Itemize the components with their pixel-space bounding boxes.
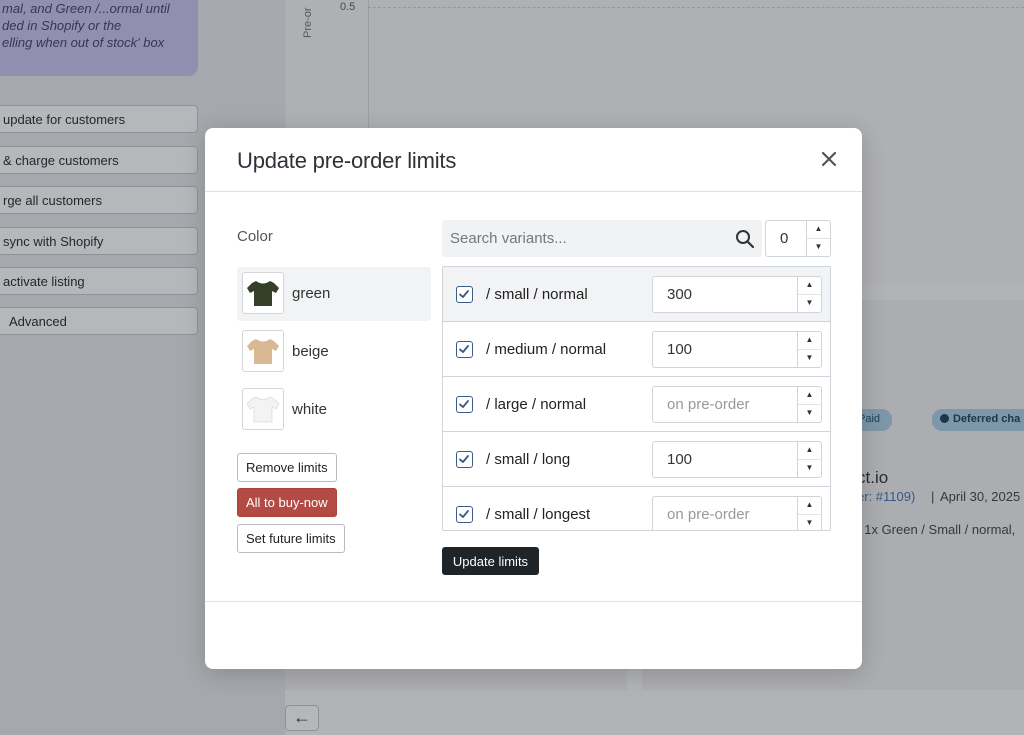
stepper-arrows: ▲ ▼ [797,277,821,312]
stepper-arrows: ▲ ▼ [797,497,821,531]
color-option-white[interactable]: white [237,383,431,437]
stepper-arrows: ▲ ▼ [806,221,830,256]
set-future-limits-button[interactable]: Set future limits [237,524,345,553]
stepper-arrows: ▲ ▼ [797,332,821,367]
variant-limit-stepper: ▲▼ [652,441,822,478]
variant-list[interactable]: / small / normal ▲▼ / medium / normal ▲▼… [442,266,831,531]
checkmark-icon [459,510,469,518]
checkmark-icon [459,400,469,408]
search-input[interactable] [442,220,732,257]
variant-name: / small / long [486,451,571,468]
stepper-arrows: ▲ ▼ [797,387,821,422]
variant-limit-input[interactable] [653,442,798,477]
variant-limit-input[interactable] [653,387,798,422]
close-button[interactable] [818,148,840,170]
decrement-arrow-icon[interactable]: ▼ [798,515,821,531]
modal-title: Update pre-order limits [237,148,457,173]
search-bar [442,220,762,257]
shirt-thumbnail-green [242,272,284,314]
close-icon [821,151,837,167]
variant-limit-stepper: ▲▼ [652,496,822,531]
tshirt-icon [247,339,279,364]
variant-row: / medium / normal ▲▼ [443,322,830,377]
remove-limits-button[interactable]: Remove limits [237,453,337,482]
color-label: Color [237,228,273,245]
decrement-arrow-icon[interactable]: ▼ [798,295,821,313]
shirt-thumbnail-beige [242,330,284,372]
all-to-buy-now-button[interactable]: All to buy-now [237,488,337,517]
color-name: green [292,285,331,302]
variant-row: / large / normal ▲▼ [443,377,830,432]
increment-arrow-icon[interactable]: ▲ [798,442,821,460]
variant-row: / small / longest ▲▼ [443,487,830,531]
increment-arrow-icon[interactable]: ▲ [798,497,821,515]
variant-name: / large / normal [486,396,587,413]
update-limits-modal: Update pre-order limits Color green beig… [205,128,862,669]
variant-name: / medium / normal [486,341,607,358]
variant-checkbox[interactable] [456,396,473,413]
variant-name: / small / longest [486,506,591,523]
modal-footer [205,601,862,669]
checkmark-icon [459,345,469,353]
increment-arrow-icon[interactable]: ▲ [798,332,821,350]
variant-limit-input[interactable] [653,497,798,530]
decrement-arrow-icon[interactable]: ▼ [798,350,821,368]
color-name: white [292,401,328,418]
increment-arrow-icon[interactable]: ▲ [798,387,821,405]
color-name: beige [292,343,329,360]
variant-limit-stepper: ▲▼ [652,331,822,368]
modal-header: Update pre-order limits [205,128,862,192]
variant-checkbox[interactable] [456,451,473,468]
variant-name: / small / normal [486,286,588,303]
decrement-arrow-icon[interactable]: ▼ [798,460,821,478]
shirt-thumbnail-white [242,388,284,430]
decrement-arrow-icon[interactable]: ▼ [807,239,830,257]
increment-arrow-icon[interactable]: ▲ [807,221,830,239]
color-option-beige[interactable]: beige [237,325,431,379]
tshirt-icon [247,281,279,306]
variant-row: / small / normal ▲▼ [443,267,830,322]
checkmark-icon [459,290,469,298]
variant-row: / small / long ▲▼ [443,432,830,487]
stepper-arrows: ▲ ▼ [797,442,821,477]
variant-checkbox[interactable] [456,341,473,358]
color-option-green[interactable]: green [237,267,431,321]
variant-limit-input[interactable] [653,332,798,367]
variant-limit-stepper: ▲▼ [652,386,822,423]
variant-checkbox[interactable] [456,506,473,523]
increment-arrow-icon[interactable]: ▲ [798,277,821,295]
bulk-quantity-input[interactable] [766,221,808,256]
update-limits-button[interactable]: Update limits [442,547,539,575]
variant-checkbox[interactable] [456,286,473,303]
tshirt-icon [246,396,280,423]
search-icon[interactable] [735,229,755,249]
decrement-arrow-icon[interactable]: ▼ [798,405,821,423]
checkmark-icon [459,455,469,463]
bulk-quantity-stepper: ▲ ▼ [765,220,831,257]
variant-limit-input[interactable] [653,277,798,312]
variant-limit-stepper: ▲▼ [652,276,822,313]
